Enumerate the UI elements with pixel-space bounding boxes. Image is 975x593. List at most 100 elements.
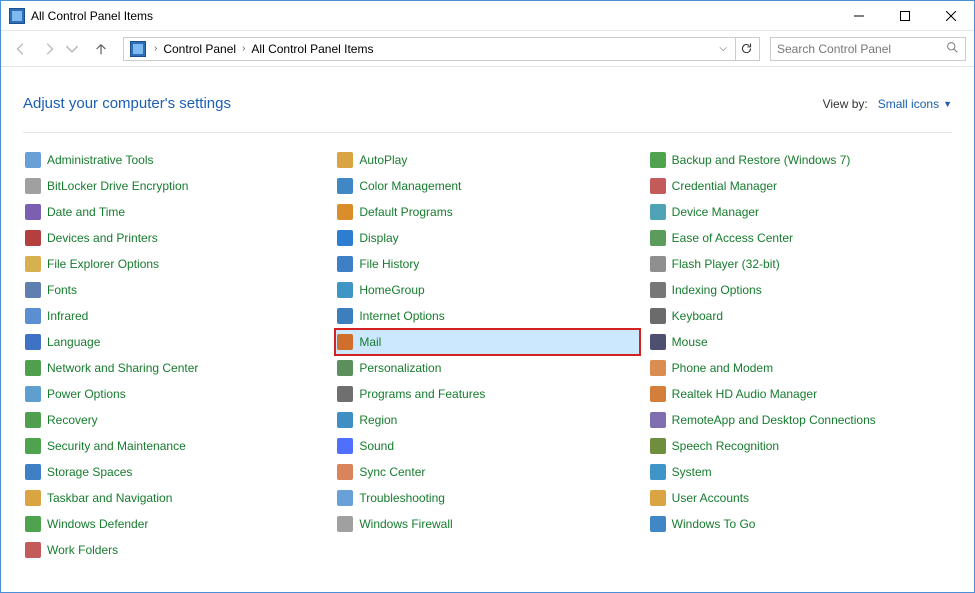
- item-label: Default Programs: [359, 205, 452, 219]
- search-placeholder: Search Control Panel: [777, 42, 946, 56]
- control-panel-item[interactable]: Ease of Access Center: [648, 225, 952, 251]
- control-panel-item[interactable]: File Explorer Options: [23, 251, 327, 277]
- control-panel-item[interactable]: Power Options: [23, 381, 327, 407]
- forward-button[interactable]: [37, 37, 61, 61]
- control-panel-item[interactable]: RemoteApp and Desktop Connections: [648, 407, 952, 433]
- control-panel-item[interactable]: Default Programs: [335, 199, 639, 225]
- item-icon: [650, 178, 666, 194]
- view-by-control: View by: Small icons ▼: [823, 97, 952, 111]
- control-panel-item[interactable]: Personalization: [335, 355, 639, 381]
- address-bar[interactable]: › Control Panel › All Control Panel Item…: [123, 37, 760, 61]
- item-icon: [25, 516, 41, 532]
- page-heading: Adjust your computer's settings: [23, 95, 231, 112]
- control-panel-item[interactable]: User Accounts: [648, 485, 952, 511]
- control-panel-item[interactable]: Storage Spaces: [23, 459, 327, 485]
- item-label: Personalization: [359, 361, 441, 375]
- item-icon: [25, 360, 41, 376]
- item-icon: [337, 204, 353, 220]
- control-panel-item[interactable]: Devices and Printers: [23, 225, 327, 251]
- control-panel-item[interactable]: Windows To Go: [648, 511, 952, 537]
- control-panel-item[interactable]: Credential Manager: [648, 173, 952, 199]
- navigation-bar: › Control Panel › All Control Panel Item…: [1, 31, 974, 67]
- breadcrumb-current[interactable]: All Control Panel Items: [249, 42, 375, 56]
- control-panel-item[interactable]: Indexing Options: [648, 277, 952, 303]
- refresh-button[interactable]: [735, 38, 757, 60]
- control-panel-item[interactable]: File History: [335, 251, 639, 277]
- address-dropdown-button[interactable]: ⌵: [715, 39, 731, 58]
- item-icon: [650, 230, 666, 246]
- item-icon: [25, 490, 41, 506]
- item-icon: [337, 490, 353, 506]
- item-label: Credential Manager: [672, 179, 777, 193]
- control-panel-item[interactable]: Language: [23, 329, 327, 355]
- control-panel-item[interactable]: Network and Sharing Center: [23, 355, 327, 381]
- item-label: Network and Sharing Center: [47, 361, 198, 375]
- control-panel-item[interactable]: Programs and Features: [335, 381, 639, 407]
- control-panel-item[interactable]: Windows Defender: [23, 511, 327, 537]
- item-label: System: [672, 465, 712, 479]
- item-label: Keyboard: [672, 309, 723, 323]
- control-panel-item[interactable]: System: [648, 459, 952, 485]
- minimize-button[interactable]: [836, 1, 882, 31]
- up-button[interactable]: [89, 37, 113, 61]
- control-panel-item[interactable]: Keyboard: [648, 303, 952, 329]
- item-icon: [25, 438, 41, 454]
- item-label: RemoteApp and Desktop Connections: [672, 413, 876, 427]
- item-icon: [25, 334, 41, 350]
- item-label: Power Options: [47, 387, 126, 401]
- view-by-dropdown[interactable]: Small icons ▼: [878, 97, 952, 111]
- item-label: Date and Time: [47, 205, 125, 219]
- control-panel-item[interactable]: Realtek HD Audio Manager: [648, 381, 952, 407]
- control-panel-item[interactable]: Recovery: [23, 407, 327, 433]
- item-icon: [337, 178, 353, 194]
- control-panel-item[interactable]: Backup and Restore (Windows 7): [648, 147, 952, 173]
- chevron-right-icon[interactable]: ›: [150, 43, 161, 54]
- control-panel-item[interactable]: Work Folders: [23, 537, 327, 563]
- control-panel-item[interactable]: Flash Player (32-bit): [648, 251, 952, 277]
- item-icon: [337, 438, 353, 454]
- control-panel-item[interactable]: Sync Center: [335, 459, 639, 485]
- item-icon: [25, 308, 41, 324]
- chevron-right-icon[interactable]: ›: [238, 43, 249, 54]
- item-label: Language: [47, 335, 100, 349]
- item-label: Speech Recognition: [672, 439, 779, 453]
- view-by-value: Small icons: [878, 97, 939, 111]
- item-icon: [25, 282, 41, 298]
- item-label: Storage Spaces: [47, 465, 132, 479]
- item-label: Realtek HD Audio Manager: [672, 387, 817, 401]
- maximize-button[interactable]: [882, 1, 928, 31]
- control-panel-item[interactable]: Speech Recognition: [648, 433, 952, 459]
- close-button[interactable]: [928, 1, 974, 31]
- control-panel-item[interactable]: Infrared: [23, 303, 327, 329]
- control-panel-item[interactable]: BitLocker Drive Encryption: [23, 173, 327, 199]
- breadcrumb-root[interactable]: Control Panel: [161, 42, 238, 56]
- control-panel-item[interactable]: Internet Options: [335, 303, 639, 329]
- control-panel-item[interactable]: Date and Time: [23, 199, 327, 225]
- control-panel-item[interactable]: Phone and Modem: [648, 355, 952, 381]
- control-panel-item[interactable]: Region: [335, 407, 639, 433]
- control-panel-item[interactable]: Administrative Tools: [23, 147, 327, 173]
- control-panel-item[interactable]: HomeGroup: [335, 277, 639, 303]
- control-panel-item[interactable]: Fonts: [23, 277, 327, 303]
- control-panel-item[interactable]: Taskbar and Navigation: [23, 485, 327, 511]
- item-label: Color Management: [359, 179, 461, 193]
- control-panel-item[interactable]: Device Manager: [648, 199, 952, 225]
- address-icon: [130, 41, 146, 57]
- control-panel-item[interactable]: Security and Maintenance: [23, 433, 327, 459]
- control-panel-item[interactable]: Troubleshooting: [335, 485, 639, 511]
- control-panel-item[interactable]: Display: [335, 225, 639, 251]
- recent-locations-button[interactable]: [65, 37, 79, 61]
- item-icon: [25, 464, 41, 480]
- item-icon: [650, 438, 666, 454]
- search-input[interactable]: Search Control Panel: [770, 37, 966, 61]
- control-panel-item[interactable]: AutoPlay: [335, 147, 639, 173]
- item-icon: [650, 204, 666, 220]
- item-label: Fonts: [47, 283, 77, 297]
- control-panel-item[interactable]: Mail: [335, 329, 639, 355]
- control-panel-item[interactable]: Windows Firewall: [335, 511, 639, 537]
- back-button[interactable]: [9, 37, 33, 61]
- item-icon: [650, 334, 666, 350]
- control-panel-item[interactable]: Mouse: [648, 329, 952, 355]
- control-panel-item[interactable]: Color Management: [335, 173, 639, 199]
- control-panel-item[interactable]: Sound: [335, 433, 639, 459]
